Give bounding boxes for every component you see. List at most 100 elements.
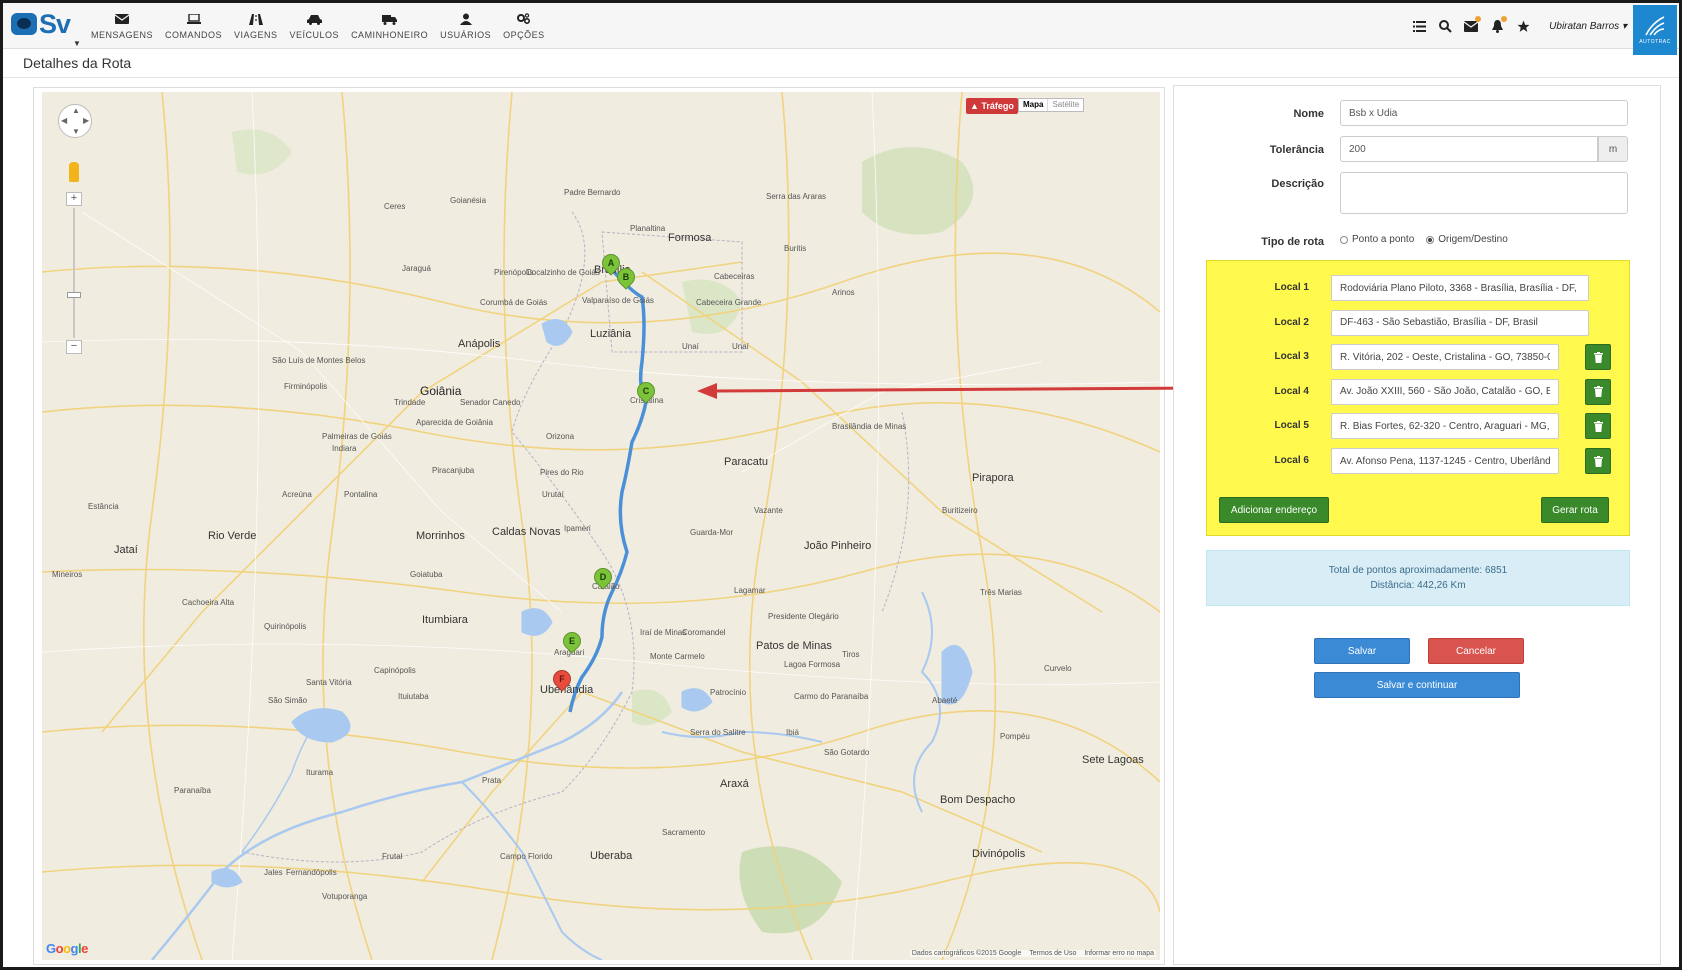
map-label-planaltina: Planaltina [630, 224, 666, 233]
radio-circle[interactable] [1340, 235, 1348, 244]
map-data-credit: Dados cartográficos ©2015 Google [911, 950, 1022, 957]
generate-route-button[interactable]: Gerar rota [1541, 497, 1609, 523]
nome-input[interactable] [1340, 100, 1628, 126]
marker-letter: C [642, 386, 650, 396]
descricao-textarea[interactable] [1340, 172, 1628, 214]
pan-left-icon[interactable]: ◀ [61, 116, 67, 125]
local-5-input[interactable] [1331, 413, 1559, 440]
map-label-rio-verde: Rio Verde [208, 530, 257, 542]
app-window: Sv ▼ MENSAGENS COMANDOS VIAGENS VEÍCULOS CAM… [0, 0, 1682, 970]
cancel-button[interactable]: Cancelar [1428, 638, 1524, 664]
user-menu[interactable]: Ubiratan Barros ▾ [1549, 21, 1627, 32]
traffic-toggle-button[interactable]: ▲ Tráfego [966, 98, 1018, 114]
zoom-in-button[interactable]: + [66, 192, 82, 206]
nav-item-caminhoneiro[interactable]: CAMINHONEIRO [345, 3, 434, 49]
pan-up-icon[interactable]: ▲ [72, 106, 80, 115]
alerts-notification-icon[interactable] [1489, 16, 1508, 34]
app-logo[interactable]: Sv ▼ [11, 9, 81, 48]
zoom-slider-handle[interactable] [67, 292, 81, 298]
map-label-anapolis: Anápolis [458, 338, 501, 350]
map-label-acreuna: Acreúna [282, 490, 312, 499]
top-navbar: Sv ▼ MENSAGENS COMANDOS VIAGENS VEÍCULOS CAM… [3, 3, 1679, 55]
nav-item-mensagens[interactable]: MENSAGENS [85, 3, 159, 49]
map-label-buritis: Buritis [784, 244, 807, 253]
tolerancia-input[interactable] [1340, 136, 1598, 162]
total-points-text: Total de pontos aproximadamente: 6851 [1328, 565, 1508, 576]
map-label-itumbiara: Itumbiara [422, 614, 468, 626]
map-label-presidente-olegario: Presidente Olegário [768, 612, 839, 621]
notification-dot [1501, 16, 1508, 22]
local-3-input[interactable] [1331, 344, 1559, 371]
remove-local-3-button[interactable] [1585, 344, 1611, 371]
zoom-track[interactable] [73, 208, 75, 338]
nav-item-veiculos[interactable]: VEÍCULOS [284, 3, 346, 49]
map-label-sacramento: Sacramento [662, 828, 706, 837]
local-2-input[interactable] [1331, 309, 1589, 336]
local-row-6: Local 6 [1207, 448, 1631, 474]
terms-of-use-link[interactable]: Termos de Uso [1029, 950, 1076, 957]
logo-caret-icon: ▼ [73, 39, 81, 48]
map-label-trindade: Trindade [394, 398, 426, 407]
save-continue-button[interactable]: Salvar e continuar [1314, 672, 1520, 698]
local-6-input[interactable] [1331, 448, 1559, 474]
nav-item-comandos[interactable]: COMANDOS [159, 3, 228, 49]
map-label-urutai: Urutaí [542, 490, 564, 499]
local-label: Local 4 [1274, 385, 1309, 397]
street-view-pegman-icon[interactable] [69, 162, 79, 182]
radio-ponto-a-ponto[interactable]: Ponto a ponto [1340, 234, 1414, 245]
pan-down-icon[interactable]: ▼ [72, 127, 80, 136]
messages-notification-icon[interactable] [1463, 16, 1482, 34]
add-address-button[interactable]: Adicionar endereço [1219, 497, 1329, 523]
map-label-ipameri: Ipameri [564, 524, 591, 533]
tolerancia-label: Tolerância [1269, 144, 1324, 156]
map-type-mapa-button[interactable]: Mapa [1019, 99, 1047, 111]
nav-item-usuarios[interactable]: USUÁRIOS [434, 3, 497, 49]
list-icon[interactable] [1411, 18, 1427, 34]
report-map-error-link[interactable]: Informar erro no mapa [1084, 950, 1154, 957]
map-label-firminopolis: Firminópolis [284, 382, 328, 391]
title-divider [3, 77, 1679, 78]
map-label-paranaiba: Paranaíba [174, 786, 211, 795]
map-pan-control[interactable]: ▲ ▼ ◀ ▶ [58, 104, 92, 138]
nav-item-viagens[interactable]: VIAGENS [228, 3, 284, 49]
star-icon[interactable] [1515, 18, 1531, 34]
add-address-label: Adicionar endereço [1230, 504, 1318, 516]
map-label-serra-das-araras: Serra das Araras [766, 192, 827, 201]
map-label-goiania: Goiânia [420, 384, 462, 398]
search-icon[interactable] [1437, 18, 1453, 34]
map-label-aparecida-de-goiania: Aparecida de Goiânia [416, 418, 493, 427]
map-label-caldas-novas: Caldas Novas [492, 526, 561, 538]
map-label-monte-carmelo: Monte Carmelo [650, 652, 705, 661]
radio-circle-selected[interactable] [1426, 235, 1435, 244]
radio-origem-destino[interactable]: Origem/Destino [1426, 234, 1508, 245]
marker-letter: E [568, 636, 575, 646]
map-label-cocalzinho-de-goias: Cocalzinho de Goiás [526, 268, 600, 277]
remove-local-4-button[interactable] [1585, 378, 1611, 405]
zoom-control: + − [66, 192, 82, 356]
marker-letter: A [607, 258, 615, 268]
map-label-capinopolis: Capinópolis [374, 666, 416, 675]
map-label-pompeu: Pompéu [1000, 732, 1030, 741]
map-label-patos-de-minas: Patos de Minas [756, 640, 832, 652]
local-label: Local 3 [1274, 351, 1309, 363]
map-label-valparaiso: Valparaíso de Goiás [582, 296, 654, 305]
remove-local-6-button[interactable] [1585, 448, 1611, 474]
user-icon [456, 12, 476, 26]
map-type-satelite-button[interactable]: Satélite [1047, 99, 1083, 111]
tolerancia-unit: m [1598, 136, 1628, 162]
remove-local-5-button[interactable] [1585, 413, 1611, 440]
zoom-out-button[interactable]: − [66, 340, 82, 354]
map-label-campo-florido: Campo Florido [500, 852, 553, 861]
autotrac-swoosh-icon [1645, 16, 1665, 36]
save-button[interactable]: Salvar [1314, 638, 1410, 664]
local-1-input[interactable] [1331, 275, 1589, 301]
map-label-vazante: Vazante [754, 506, 783, 515]
map-label-votuporanga: Votuporanga [322, 892, 368, 901]
nav-item-label: VIAGENS [234, 30, 278, 40]
route-map[interactable]: Goiânia Anápolis Uberlândia Uberaba Arag… [42, 92, 1160, 960]
pan-right-icon[interactable]: ▶ [83, 116, 89, 125]
map-label-uberaba: Uberaba [590, 850, 633, 862]
local-4-input[interactable] [1331, 378, 1559, 405]
map-label-brasilandia-de-minas: Brasilândia de Minas [832, 422, 907, 431]
nav-item-opcoes[interactable]: OPÇÕES [497, 3, 551, 49]
